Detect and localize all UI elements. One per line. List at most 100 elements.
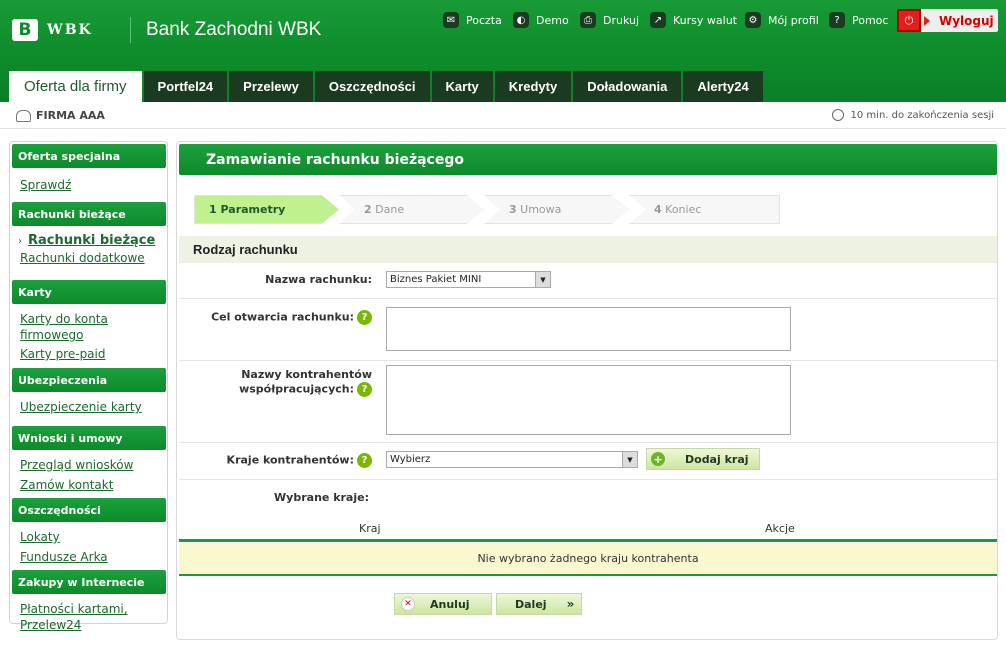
account-name-select[interactable]: Biznes Pakiet MINI ▼ xyxy=(386,271,551,288)
divider xyxy=(179,298,997,299)
chevron-right-icon: › xyxy=(18,235,22,247)
account-name-value: Biznes Pakiet MINI xyxy=(390,274,482,285)
top-link-label: Demo xyxy=(536,13,569,27)
bank-logo-icon[interactable]: B xyxy=(12,19,38,41)
step-number: 2 xyxy=(364,203,372,216)
divider xyxy=(179,360,997,361)
tab-oferta-dla-firmy[interactable]: Oferta dla firmy xyxy=(9,71,142,102)
account-name-label: Nazwa rachunku: xyxy=(265,273,372,286)
step-number: 1 xyxy=(209,203,217,216)
sidebar-heading: Ubezpieczenia xyxy=(12,368,166,392)
top-link-label: Poczta xyxy=(466,13,502,27)
next-button[interactable]: Dalej » xyxy=(496,593,582,615)
purpose-textarea[interactable] xyxy=(386,307,791,351)
help-icon[interactable]: ? xyxy=(357,453,372,468)
arrow-right-icon xyxy=(924,15,930,26)
sidebar-link-lokaty[interactable]: Lokaty xyxy=(20,529,167,545)
help-icon: ? xyxy=(829,12,845,28)
sidebar-heading: Oszczędności xyxy=(12,498,166,522)
sidebar-link-fundusze-arka[interactable]: Fundusze Arka xyxy=(20,549,167,565)
sidebar-link-przeglad-wnioskow[interactable]: Przegląd wniosków xyxy=(20,457,167,473)
column-header-kraj: Kraj xyxy=(359,522,381,535)
sidebar-link-rachunki-dodatkowe[interactable]: Rachunki dodatkowe xyxy=(20,250,167,266)
step-label: Umowa xyxy=(520,203,562,216)
page-title: Zamawianie rachunku bieżącego xyxy=(179,144,997,175)
sidebar-link-karty-pre-paid[interactable]: Karty pre-paid xyxy=(20,346,167,362)
sidebar-heading: Karty xyxy=(12,280,166,304)
logout-icon: ⏻ xyxy=(897,9,921,32)
logout-label: Wyloguj xyxy=(939,13,994,28)
chart-icon: ↗ xyxy=(650,12,666,28)
main-panel: Zamawianie rachunku bieżącego 1 Parametr… xyxy=(176,141,998,640)
header: B WBK Bank Zachodni WBK ✉ Poczta ◐ Demo ⎙ D… xyxy=(0,0,1006,102)
top-link-poczta[interactable]: ✉ Poczta xyxy=(443,10,502,30)
next-label: Dalej xyxy=(515,597,547,611)
divider xyxy=(179,479,997,480)
step-number: 4 xyxy=(654,203,662,216)
add-country-label: Dodaj kraj xyxy=(685,452,749,466)
top-link-label: Pomoc xyxy=(852,13,889,27)
selected-countries-label: Wybrane kraje: xyxy=(274,491,369,504)
tab-doladowania[interactable]: Doładowania xyxy=(573,71,682,102)
close-icon: ✕ xyxy=(401,597,415,611)
session-timer: 10 min. do zakończenia sesji xyxy=(831,109,994,121)
help-icon[interactable]: ? xyxy=(357,382,372,397)
sidebar-heading: Wnioski i umowy xyxy=(12,426,166,450)
tab-karty[interactable]: Karty xyxy=(431,71,493,102)
sidebar-link-rachunki-biezace[interactable]: Rachunki bieżące xyxy=(28,233,155,249)
contractors-label-line1: Nazwy kontrahentów xyxy=(241,368,372,381)
logo-divider xyxy=(130,17,131,43)
tab-portfel24[interactable]: Portfel24 xyxy=(143,71,228,102)
top-link-label: Mój profil xyxy=(768,13,819,27)
logout-button[interactable]: ⏻ Wyloguj xyxy=(897,9,998,32)
double-chevron-right-icon: » xyxy=(566,597,575,611)
purpose-label-text: Cel otwarcia rachunku: xyxy=(211,310,354,324)
contractors-textarea[interactable] xyxy=(386,365,791,435)
top-link-moj-profil[interactable]: ⚙ Mój profil xyxy=(745,10,819,30)
plus-icon: + xyxy=(651,452,665,466)
wizard-steps: 1 Parametry 2 Dane 3 Umowa 4 Koniec xyxy=(194,195,780,224)
step-1-parametry: 1 Parametry xyxy=(194,195,339,224)
cancel-label: Anuluj xyxy=(430,597,470,611)
step-2-dane: 2 Dane xyxy=(339,195,484,224)
top-link-kursy-walut[interactable]: ↗ Kursy walut xyxy=(650,10,737,30)
sidebar-heading: Zakupy w Internecie xyxy=(12,570,166,594)
session-text: 10 min. do zakończenia sesji xyxy=(850,109,994,121)
top-link-drukuj[interactable]: ⎙ Drukuj xyxy=(580,10,639,30)
step-4-koniec: 4 Koniec xyxy=(629,195,780,224)
top-link-pomoc[interactable]: ? Pomoc xyxy=(829,10,888,30)
sidebar-link-karty-do-konta[interactable]: Karty do konta firmowego xyxy=(20,311,120,343)
sidebar-heading: Oferta specjalna xyxy=(12,144,166,168)
logo-mark: B xyxy=(18,20,32,40)
sub-bar: FIRMA AAA 10 min. do zakończenia sesji xyxy=(0,102,1006,129)
contractors-label: Nazwy kontrahentów współpracujących:? xyxy=(177,368,372,397)
cancel-button[interactable]: ✕ Anuluj xyxy=(394,593,492,615)
clock-icon xyxy=(831,109,844,121)
sidebar-link-zamow-kontakt[interactable]: Zamów kontakt xyxy=(20,477,167,493)
tab-oszczednosci[interactable]: Oszczędności xyxy=(314,71,430,102)
dropdown-arrow-icon: ▼ xyxy=(535,272,550,287)
countries-label: Kraje kontrahentów:? xyxy=(177,453,372,468)
countries-table-header: Kraj Akcje xyxy=(179,519,997,542)
company-icon xyxy=(16,109,31,122)
sidebar-link-ubezpieczenie-karty[interactable]: Ubezpieczenie karty xyxy=(20,399,167,415)
top-link-label: Kursy walut xyxy=(673,13,737,27)
sidebar-link-sprawdz[interactable]: Sprawdź xyxy=(20,177,167,193)
add-country-button[interactable]: + Dodaj kraj xyxy=(646,448,760,470)
print-icon: ⎙ xyxy=(580,12,596,28)
divider xyxy=(179,442,997,443)
tab-kredyty[interactable]: Kredyty xyxy=(494,71,572,102)
countries-select[interactable]: Wybierz ▼ xyxy=(386,451,638,468)
sidebar-link-platnosci-kartami[interactable]: Płatności kartami, Przelew24 xyxy=(20,601,130,633)
section-title: Rodzaj rachunku xyxy=(179,236,997,263)
countries-label-text: Kraje kontrahentów: xyxy=(226,453,354,467)
top-link-demo[interactable]: ◐ Demo xyxy=(513,10,569,30)
company-name: FIRMA AAA xyxy=(36,109,105,122)
tab-alerty24[interactable]: Alerty24 xyxy=(683,71,763,102)
company-selector[interactable]: FIRMA AAA xyxy=(16,109,105,122)
logo-text: WBK xyxy=(47,22,93,38)
contractors-label-line2: współpracujących: xyxy=(239,382,354,396)
help-icon[interactable]: ? xyxy=(357,310,372,325)
tab-przelewy[interactable]: Przelewy xyxy=(229,71,313,102)
purpose-label: Cel otwarcia rachunku:? xyxy=(177,310,372,325)
